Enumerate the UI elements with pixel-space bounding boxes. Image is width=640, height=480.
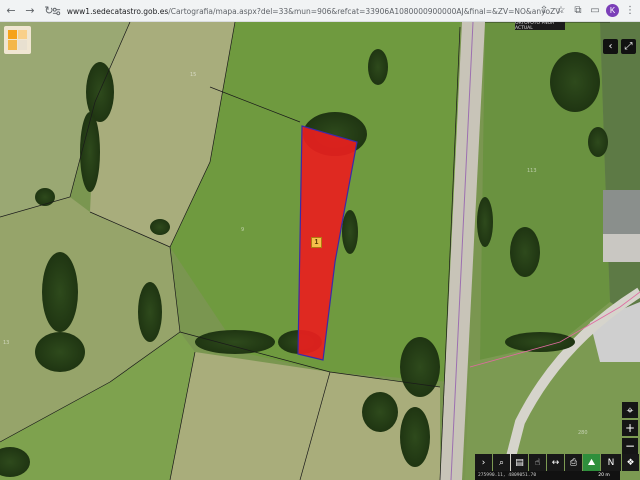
map-view[interactable]: ORTOFOTO PNOA ACTUAL ‹ ⤢ 13 9 113 280 15…	[0, 22, 640, 480]
expand-icon[interactable]: ›	[475, 454, 492, 471]
logo-tile	[18, 40, 27, 50]
collapse-panel-icon[interactable]: ‹	[603, 39, 618, 54]
logo-tile	[18, 30, 27, 39]
browser-toolbar: ← → ↻ www1.sedecatastro.gob.es/Cartograf…	[0, 0, 640, 22]
menu-kebab-icon[interactable]: ⋮	[624, 3, 636, 17]
print-icon[interactable]: ⎙	[565, 454, 582, 471]
ortho-layer-icon[interactable]: ⛰	[583, 454, 600, 471]
logo-tile	[8, 30, 17, 39]
catastro-logo[interactable]	[4, 26, 31, 54]
address-bar[interactable]: www1.sedecatastro.gob.es/Cartografia/map…	[52, 3, 562, 19]
identify-icon[interactable]: ☝	[529, 454, 546, 471]
bookmark-star-icon[interactable]: ☆	[555, 3, 567, 17]
north-icon[interactable]: N	[601, 454, 621, 471]
zoom-out-button[interactable]: −	[622, 438, 638, 454]
browser-actions: ⇪ ☆ ⧉ ▭ K ⋮	[538, 3, 636, 17]
plot-number: 9	[241, 227, 245, 233]
layers-icon[interactable]: ▤	[511, 454, 528, 471]
sidebar-icon[interactable]: ▭	[589, 3, 601, 17]
measure-icon[interactable]: ↔	[547, 454, 564, 471]
profile-avatar[interactable]: K	[606, 3, 619, 17]
search-icon[interactable]: ⌕	[493, 454, 510, 471]
logo-tile	[8, 40, 17, 50]
map-style-icon[interactable]: ❖	[622, 454, 639, 471]
locate-icon[interactable]: ⌖	[622, 402, 638, 418]
zoom-in-button[interactable]: +	[622, 420, 638, 436]
aerial-orthophoto	[0, 22, 640, 480]
back-arrow-icon[interactable]: ←	[3, 3, 19, 19]
url-text: www1.sedecatastro.gob.es/Cartografia/map…	[67, 7, 562, 16]
plot-number: 280	[578, 430, 588, 436]
scale-bar: 20 m	[598, 473, 610, 478]
site-info-icon[interactable]	[52, 6, 62, 16]
url-path: /Cartografia/mapa.aspx?del=33&mun=906&re…	[168, 6, 562, 16]
map-toolbar: › ⌕ ▤ ☝ ↔ ⎙ ⛰ N ❖ ● ⓘ	[475, 454, 640, 471]
fullscreen-icon[interactable]: ⤢	[621, 39, 636, 54]
plot-number: 15	[190, 72, 197, 78]
forward-arrow-icon[interactable]: →	[22, 3, 38, 19]
plot-number: 13	[3, 340, 10, 346]
parcel-marker[interactable]: 1	[311, 237, 322, 248]
share-icon[interactable]: ⇪	[538, 3, 550, 17]
url-domain: www1.sedecatastro.gob.es	[66, 6, 169, 16]
layer-label: ORTOFOTO PNOA ACTUAL	[515, 22, 565, 31]
extensions-icon[interactable]: ⧉	[572, 3, 584, 17]
plot-number: 113	[527, 168, 537, 174]
